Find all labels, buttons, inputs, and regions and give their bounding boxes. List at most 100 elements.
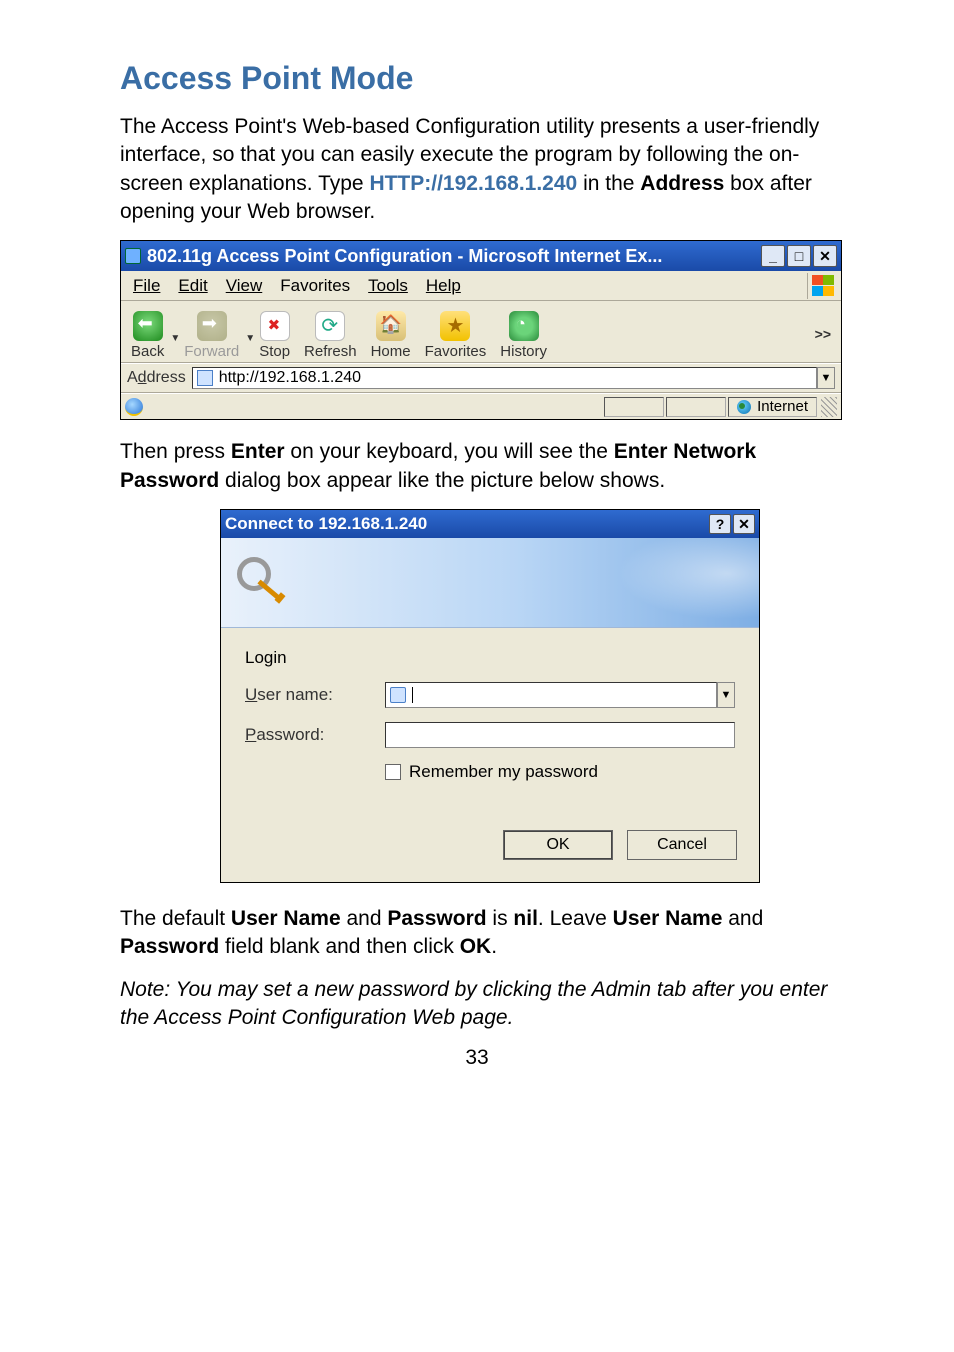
- menu-tools[interactable]: Tools: [364, 274, 422, 298]
- ie-window: 802.11g Access Point Configuration - Mic…: [120, 240, 842, 420]
- maximize-button[interactable]: □: [787, 245, 811, 267]
- address-dropdown[interactable]: ▼: [817, 367, 835, 389]
- text: Password: [387, 907, 486, 930]
- text: . Leave: [538, 907, 613, 930]
- ie-menubar: File Edit View Favorites Tools Help: [121, 271, 841, 301]
- status-bar: Internet: [121, 393, 841, 419]
- ie-toolbar: Back ▼ Forward ▼ Stop Refresh Home: [121, 301, 841, 363]
- back-button[interactable]: Back: [131, 311, 164, 360]
- dialog-close-button[interactable]: ✕: [733, 514, 755, 534]
- forward-arrow-icon: [197, 311, 227, 341]
- text: is: [487, 907, 514, 930]
- http-url-text: HTTP://192.168.1.240: [369, 172, 577, 195]
- history-clock-icon: [509, 311, 539, 341]
- login-realm-label: Login: [245, 648, 735, 668]
- text: .: [491, 935, 497, 958]
- text: nil: [513, 907, 538, 930]
- help-button[interactable]: ?: [709, 514, 731, 534]
- address-word: Address: [640, 172, 724, 195]
- text: field blank and then click: [219, 935, 459, 958]
- security-zone: Internet: [728, 397, 817, 417]
- text: The default: [120, 907, 231, 930]
- username-label: User name:: [245, 685, 385, 705]
- forward-dropdown-caret[interactable]: ▼: [245, 333, 255, 344]
- menu-favorites-label: Favorites: [280, 276, 350, 295]
- text: Then press: [120, 440, 231, 463]
- resize-grip-icon: [821, 397, 837, 417]
- refresh-icon: [315, 311, 345, 341]
- address-label: Address: [127, 369, 186, 387]
- ie-titlebar: 802.11g Access Point Configuration - Mic…: [121, 241, 841, 271]
- intro-paragraph: The Access Point's Web-based Configurati…: [120, 113, 834, 226]
- status-progress: [604, 397, 664, 417]
- keyring-icon: [237, 557, 289, 609]
- favorites-button[interactable]: Favorites: [425, 311, 487, 360]
- ie-icon: [125, 398, 143, 416]
- page-icon: [197, 370, 213, 386]
- toolbar-overflow[interactable]: >>: [815, 326, 837, 360]
- enter-word: Enter: [231, 440, 285, 463]
- password-input[interactable]: [385, 722, 735, 748]
- home-icon: [376, 311, 406, 341]
- back-dropdown-caret[interactable]: ▼: [170, 333, 180, 344]
- favorites-label: Favorites: [425, 343, 487, 360]
- text: dialog box appear like the picture below…: [219, 469, 665, 492]
- refresh-label: Refresh: [304, 343, 357, 360]
- menu-edit-label: Edit: [178, 276, 207, 295]
- windows-logo-icon: [807, 273, 841, 299]
- note-paragraph: Note: You may set a new password by clic…: [120, 976, 834, 1033]
- menu-edit[interactable]: Edit: [174, 274, 221, 298]
- menu-view[interactable]: View: [222, 274, 277, 298]
- enter-paragraph: Then press Enter on your keyboard, you w…: [120, 438, 834, 495]
- stop-button[interactable]: Stop: [259, 311, 290, 360]
- text: Password: [120, 935, 219, 958]
- ie-window-title: 802.11g Access Point Configuration - Mic…: [147, 246, 761, 267]
- dialog-banner: [221, 538, 759, 628]
- menu-favorites[interactable]: Favorites: [276, 274, 364, 298]
- close-button[interactable]: ✕: [813, 245, 837, 267]
- address-url-text: http://192.168.1.240: [219, 369, 361, 387]
- history-label: History: [500, 343, 547, 360]
- page-title: Access Point Mode: [120, 60, 834, 97]
- cancel-button[interactable]: Cancel: [627, 830, 737, 860]
- back-label: Back: [131, 343, 164, 360]
- forward-button: Forward: [184, 311, 239, 360]
- default-credentials-paragraph: The default User Name and Password is ni…: [120, 905, 834, 962]
- text: on your keyboard, you will see the: [285, 440, 614, 463]
- address-input[interactable]: http://192.168.1.240: [192, 367, 817, 389]
- dialog-title: Connect to 192.168.1.240: [225, 514, 707, 534]
- internet-globe-icon: [737, 400, 751, 414]
- ok-button[interactable]: OK: [503, 830, 613, 860]
- zone-label: Internet: [757, 398, 808, 415]
- remember-password-label: Remember my password: [409, 762, 598, 782]
- text: User Name: [231, 907, 341, 930]
- remember-password-checkbox[interactable]: [385, 764, 401, 780]
- username-input[interactable]: [385, 682, 717, 708]
- home-label: Home: [371, 343, 411, 360]
- status-progress-2: [666, 397, 726, 417]
- menu-file-label: File: [133, 276, 160, 295]
- refresh-button[interactable]: Refresh: [304, 311, 357, 360]
- minimize-button[interactable]: _: [761, 245, 785, 267]
- menu-help[interactable]: Help: [422, 274, 475, 298]
- text: OK: [460, 935, 492, 958]
- connect-dialog: Connect to 192.168.1.240 ? ✕ Login User …: [220, 509, 760, 883]
- username-dropdown[interactable]: ▼: [717, 682, 735, 708]
- text: User Name: [613, 907, 723, 930]
- dialog-titlebar: Connect to 192.168.1.240 ? ✕: [221, 510, 759, 538]
- forward-label: Forward: [184, 343, 239, 360]
- menu-tools-label: Tools: [368, 276, 408, 295]
- home-button[interactable]: Home: [371, 311, 411, 360]
- stop-label: Stop: [259, 343, 290, 360]
- menu-file[interactable]: File: [129, 274, 174, 298]
- history-button[interactable]: History: [500, 311, 547, 360]
- user-icon: [390, 687, 406, 703]
- ie-app-icon: [125, 248, 141, 264]
- intro-text-b: in the: [577, 172, 640, 195]
- menu-view-label: View: [226, 276, 263, 295]
- page-number: 33: [120, 1046, 834, 1070]
- password-label: Password:: [245, 725, 385, 745]
- address-bar: Address http://192.168.1.240 ▼: [121, 363, 841, 393]
- text: and: [722, 907, 763, 930]
- favorites-star-icon: [440, 311, 470, 341]
